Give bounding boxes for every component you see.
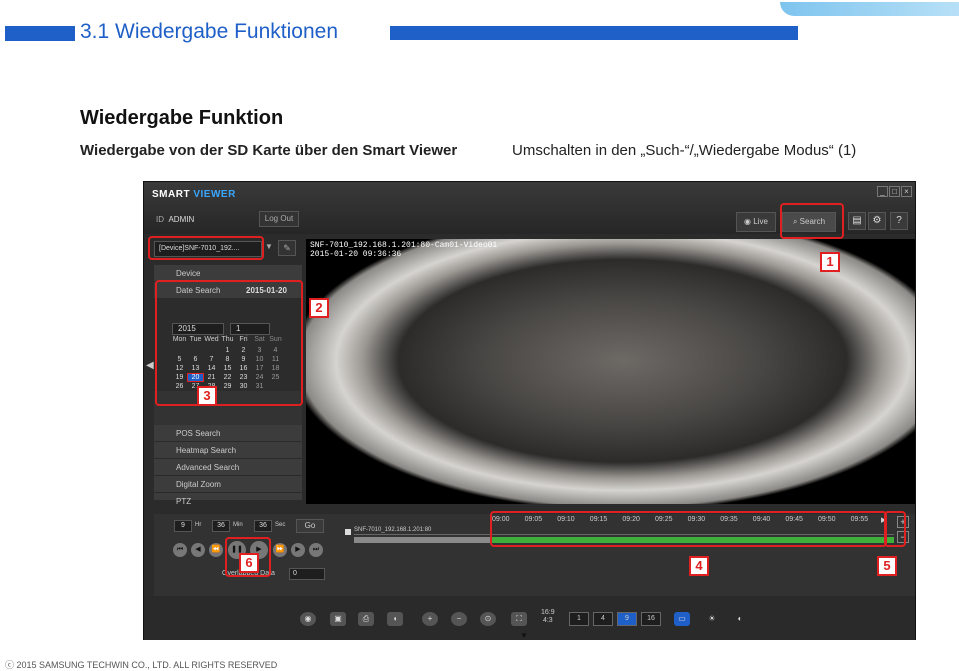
rewind-icon[interactable]: ⏪ xyxy=(209,543,223,557)
print-icon[interactable]: ⎙ xyxy=(358,612,374,626)
go-button[interactable]: Go xyxy=(296,519,324,533)
contrast-icon[interactable]: ◐ xyxy=(732,612,748,626)
hour-label: Hr xyxy=(195,522,202,528)
chevron-down-icon[interactable]: ▼ xyxy=(265,242,273,251)
highlight-search-mode xyxy=(780,203,844,239)
collapse-bottom-icon[interactable]: ▼ xyxy=(520,631,528,640)
user-id: ID ADMIN xyxy=(156,215,195,224)
edit-icon[interactable]: ✎ xyxy=(278,240,296,256)
live-button[interactable]: ◉ Live xyxy=(736,212,776,232)
layout-button[interactable]: 4 xyxy=(593,612,613,626)
aspect-ratio-toggle[interactable]: 16:9 4:3 xyxy=(541,609,555,625)
channel-label: SNF-7010_192.168.1.201:80 xyxy=(354,527,432,533)
highlight-timeline-zoom xyxy=(884,511,906,547)
layout-button[interactable]: 9 xyxy=(617,612,637,626)
callout-1: 1 xyxy=(820,252,840,272)
capture-icon[interactable]: ▣ xyxy=(330,612,346,626)
maximize-icon[interactable]: □ xyxy=(889,186,900,197)
live-icon: ◉ xyxy=(744,217,752,226)
aspect-16-9: 16:9 xyxy=(541,609,555,616)
highlight-device-select xyxy=(148,236,264,260)
channel-checkbox[interactable] xyxy=(345,529,351,535)
callout-3: 3 xyxy=(197,386,217,406)
section-heatmap-search[interactable]: Heatmap Search xyxy=(154,442,302,459)
bottom-toolbar: ◉ ▣ ⎙ ◖ + − ⊙ ⛶ 16:9 4:3 1 4 9 16 ▭ ☀ ◐ xyxy=(144,596,915,640)
minute-input[interactable]: 36 xyxy=(212,520,230,532)
skip-end-icon[interactable]: ⏭ xyxy=(309,543,323,557)
callout-5: 5 xyxy=(877,556,897,576)
layout-button[interactable]: 1 xyxy=(569,612,589,626)
fullscreen-icon[interactable]: ⛶ xyxy=(511,612,527,626)
slide-title: 3.1 Wiedergabe Funktionen xyxy=(80,20,338,43)
section-heading: Wiedergabe Funktion xyxy=(80,107,284,129)
subtitle-right: Umschalten in den „Such-“/„Wiedergabe Mo… xyxy=(512,142,857,159)
frame-back-icon[interactable]: ◀ xyxy=(191,543,205,557)
overlapped-data-select[interactable]: 0 xyxy=(289,568,325,580)
copyright-footer: ⓒ 2015 SAMSUNG TECHWIN CO., LTD. ALL RIG… xyxy=(5,660,278,670)
skip-start-icon[interactable]: ⏮ xyxy=(173,543,187,557)
logout-button[interactable]: Log Out xyxy=(259,211,299,227)
banner-bar-left xyxy=(5,26,75,41)
callout-6: 6 xyxy=(239,553,259,573)
collapse-left-icon[interactable]: ◀ xyxy=(146,360,154,371)
section-advanced-search[interactable]: Advanced Search xyxy=(154,459,302,476)
camera-label: SNF-7010_192.168.1.201:80-Cam01-Video01 xyxy=(310,241,498,250)
subtitle-left: Wiedergabe von der SD Karte über den Sma… xyxy=(80,142,458,159)
monitor-icon[interactable]: ▭ xyxy=(674,612,690,626)
fast-forward-icon[interactable]: ⏩ xyxy=(273,543,287,557)
aspect-4-3: 4:3 xyxy=(542,617,553,624)
video-timestamp: 2015-01-20 09:36:36 xyxy=(310,250,402,259)
frame-forward-icon[interactable]: ▶ xyxy=(291,543,305,557)
close-icon[interactable]: × xyxy=(901,186,912,197)
recording-bar-empty xyxy=(354,537,490,543)
callout-2: 2 xyxy=(309,298,329,318)
hour-input[interactable]: 9 xyxy=(174,520,192,532)
layout-button[interactable]: 16 xyxy=(641,612,661,626)
zoom-in-icon[interactable]: + xyxy=(422,612,438,626)
section-ptz[interactable]: PTZ xyxy=(154,493,302,506)
zoom-reset-icon[interactable]: ⊙ xyxy=(480,612,496,626)
callout-4: 4 xyxy=(689,556,709,576)
second-input[interactable]: 36 xyxy=(254,520,272,532)
volume-icon[interactable]: ◖ xyxy=(387,612,403,626)
banner-swoosh xyxy=(780,2,959,16)
section-pos-search[interactable]: POS Search xyxy=(154,425,302,442)
help-icon[interactable]: ? xyxy=(890,212,908,230)
banner-bar-right xyxy=(390,26,798,40)
gear-icon[interactable]: ⚙ xyxy=(868,212,886,230)
highlight-date-search xyxy=(155,280,303,406)
section-digital-zoom[interactable]: Digital Zoom xyxy=(154,476,302,493)
second-label: Sec xyxy=(275,522,286,528)
app-logo: SMART VIEWER xyxy=(152,189,236,200)
minute-label: Min xyxy=(233,522,243,528)
minimize-icon[interactable]: _ xyxy=(877,186,888,197)
device-icon[interactable]: ▤ xyxy=(848,212,866,230)
video-view[interactable]: SNF-7010_192.168.1.201:80-Cam01-Video01 … xyxy=(306,239,915,504)
zoom-out-icon[interactable]: − xyxy=(451,612,467,626)
brightness-icon[interactable]: ☀ xyxy=(704,612,720,626)
record-icon[interactable]: ◉ xyxy=(300,612,316,626)
highlight-timeline xyxy=(490,511,887,547)
